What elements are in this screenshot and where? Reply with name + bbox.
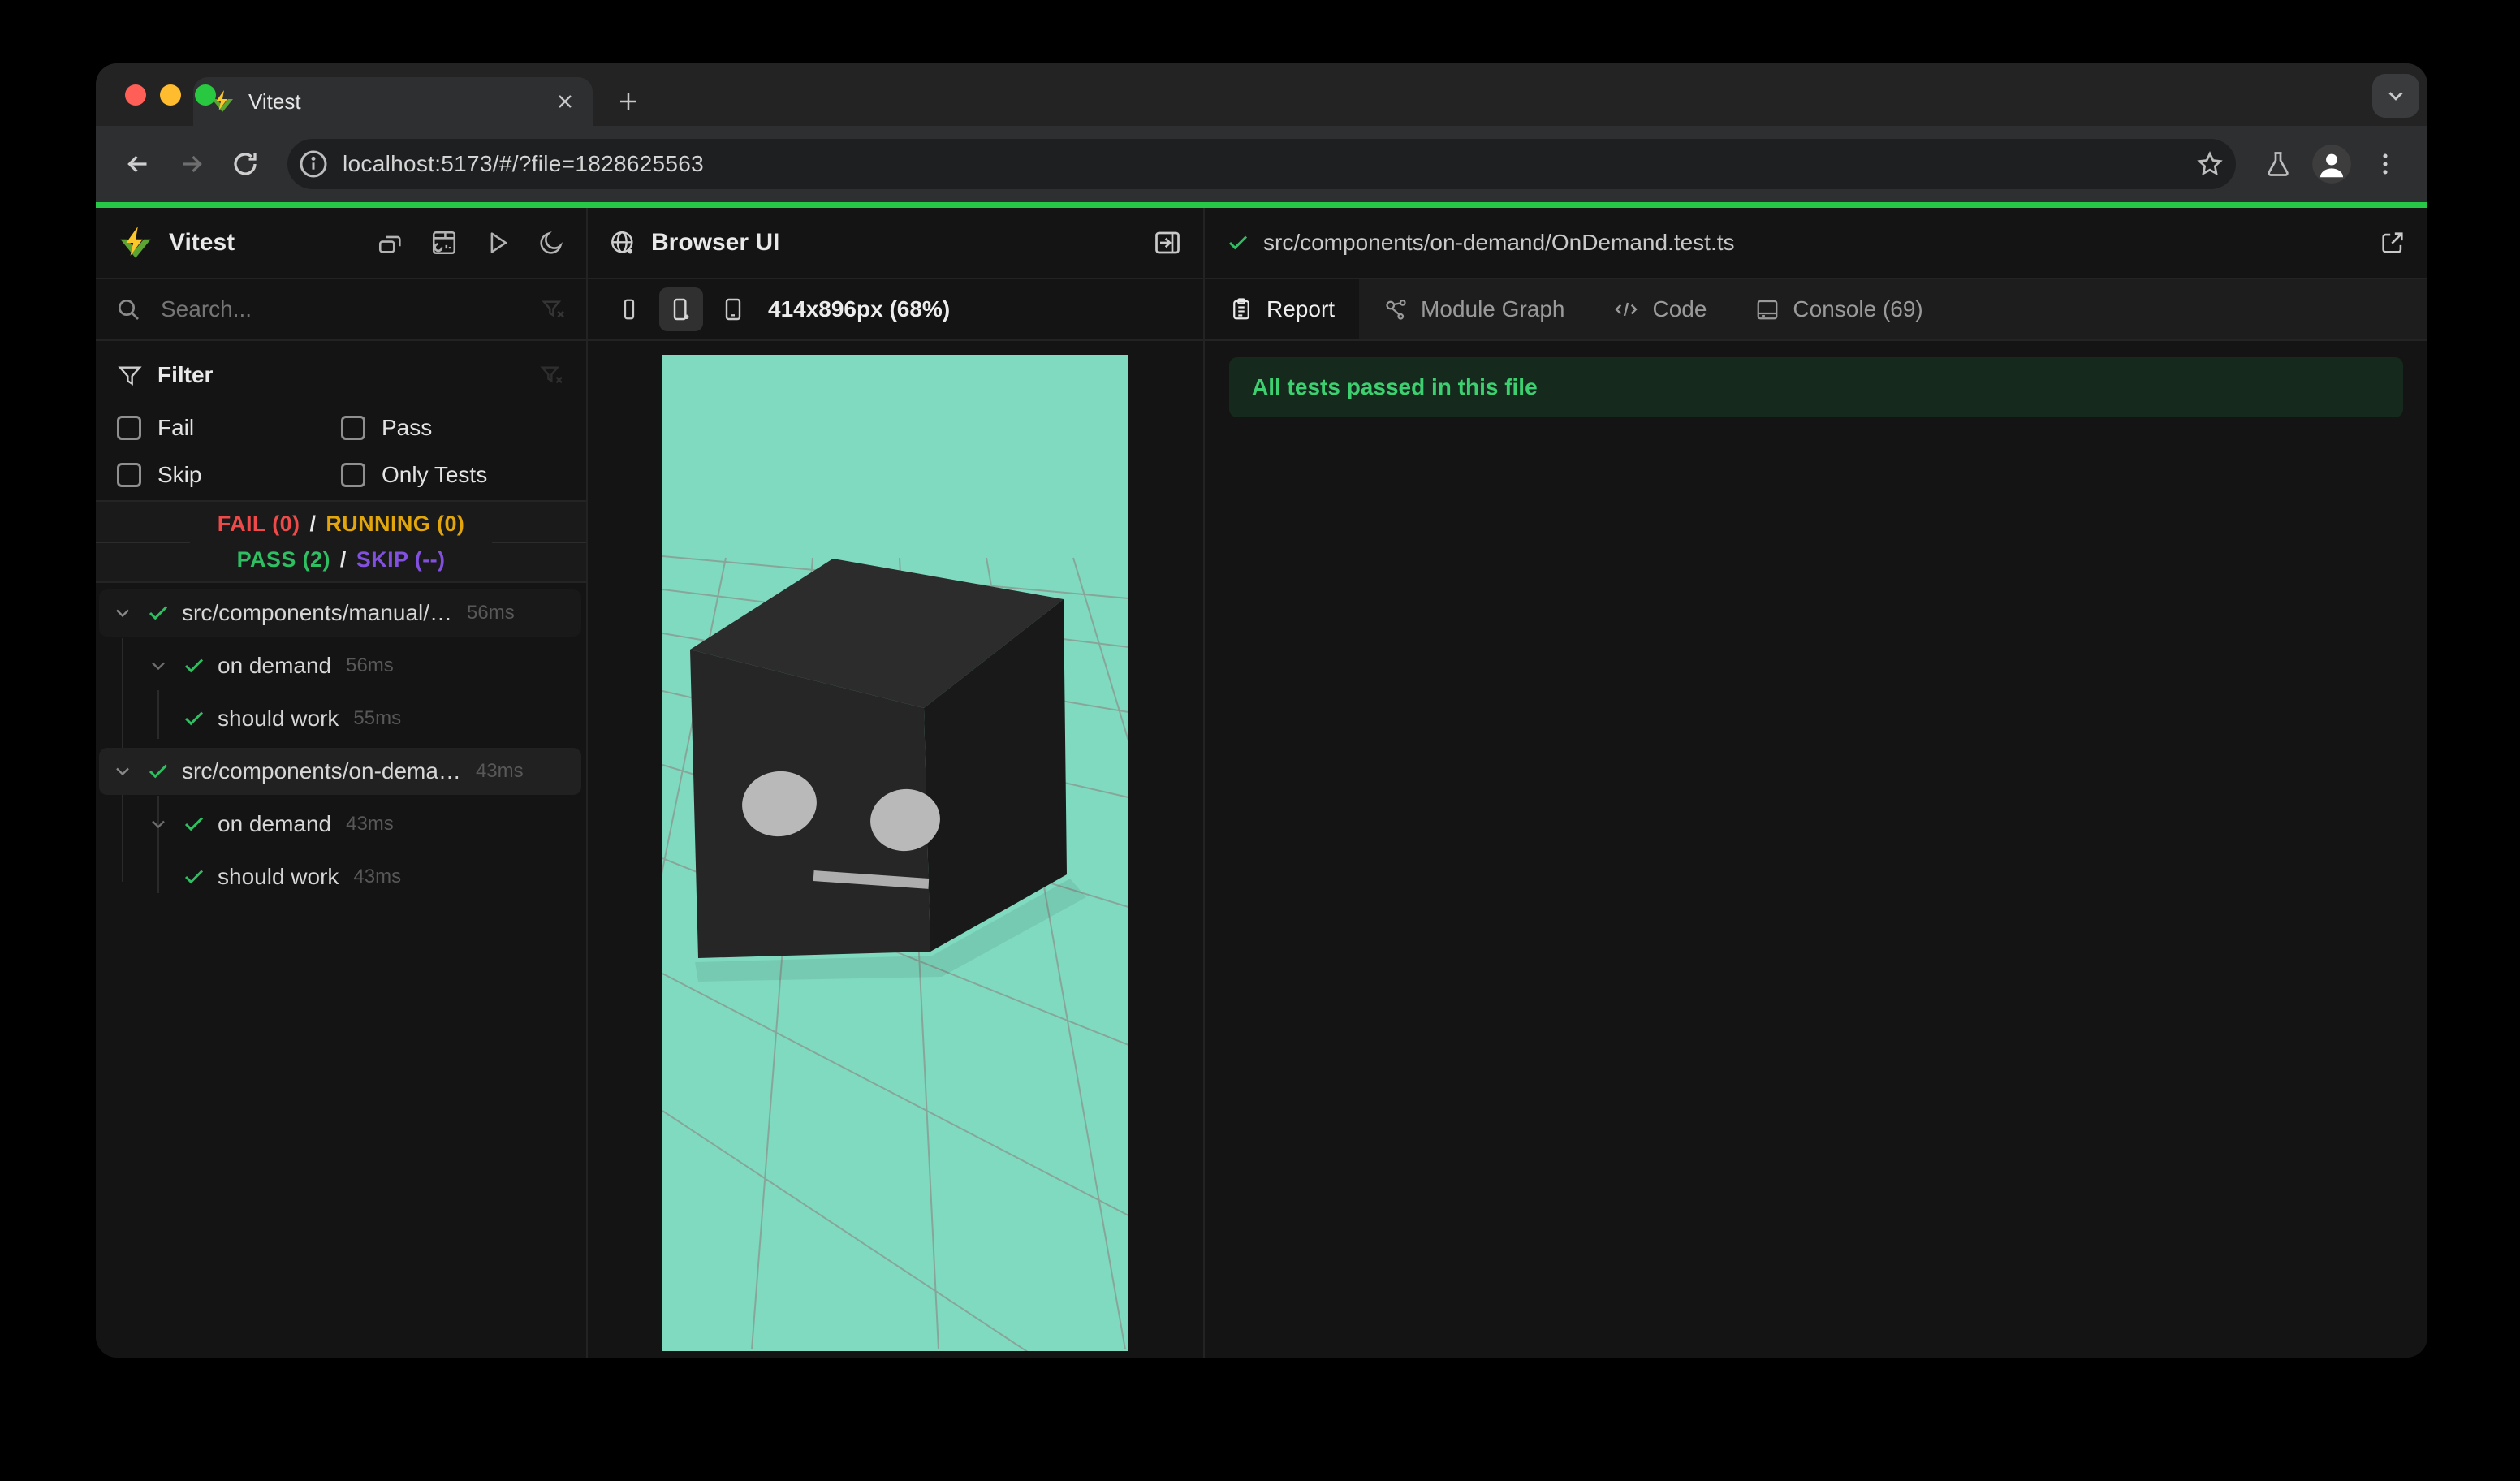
device-phone-add-icon[interactable]	[659, 287, 703, 331]
test-file-path[interactable]: src/components/on-demand/OnDemand.test.t…	[1263, 230, 2379, 256]
pass-count: PASS (2)	[236, 546, 330, 572]
filter-option-skip[interactable]: Skip	[117, 451, 341, 499]
report-tabs: Report Module Graph Code Console (69)	[1205, 279, 2427, 341]
pass-label: Pass	[382, 415, 433, 440]
browser-toolbar: localhost:5173/#/?file=1828625563	[96, 126, 2427, 202]
skip-checkbox[interactable]	[117, 463, 141, 487]
device-phone-small-icon[interactable]	[607, 287, 651, 331]
pass-check-icon	[182, 865, 206, 889]
test-status-summary: FAIL (0) / RUNNING (0) PASS (2) / SKIP (…	[96, 500, 586, 583]
file-pass-check-icon	[1226, 231, 1250, 255]
report-clipboard-icon	[1229, 297, 1254, 322]
tree-suite-row[interactable]: on demand 56ms	[99, 642, 581, 689]
all-tests-passed-banner: All tests passed in this file	[1229, 357, 2403, 417]
url-text[interactable]: localhost:5173/#/?file=1828625563	[343, 151, 2195, 177]
browser-window: Vitest localhost:5173/#/?file=1828625563…	[96, 63, 2427, 1358]
tree-file-row-selected[interactable]: src/components/on-dema… 43ms	[99, 748, 581, 795]
profile-avatar[interactable]	[2309, 141, 2354, 187]
site-info-icon[interactable]	[297, 148, 330, 180]
tab-strip: Vitest	[96, 63, 2427, 126]
console-icon	[1755, 297, 1780, 322]
only-tests-label: Only Tests	[382, 462, 488, 487]
address-bar[interactable]: localhost:5173/#/?file=1828625563	[287, 139, 2236, 189]
tab-close-icon[interactable]	[554, 90, 576, 113]
reload-button[interactable]	[222, 141, 268, 187]
pass-check-icon	[182, 706, 206, 731]
report-panel: src/components/on-demand/OnDemand.test.t…	[1205, 208, 2427, 1358]
tree-suite-row[interactable]: on demand 43ms	[99, 801, 581, 848]
only-tests-checkbox[interactable]	[341, 463, 365, 487]
code-icon	[1613, 296, 1639, 322]
viewport-size-label: 414x896px (68%)	[768, 296, 951, 322]
tab-report[interactable]: Report	[1205, 279, 1360, 339]
app-title: Vitest	[169, 229, 235, 256]
filter-section: Filter Fail Pass Skip Only Tests	[96, 341, 586, 500]
new-tab-button[interactable]	[604, 77, 653, 126]
pass-check-icon	[146, 601, 170, 625]
dashboard-icon[interactable]	[430, 229, 458, 257]
bookmark-star-icon[interactable]	[2195, 149, 2224, 179]
vitest-logo	[117, 224, 154, 261]
test-tree: src/components/manual/… 56ms on demand 5…	[96, 583, 586, 1358]
fail-checkbox[interactable]	[117, 416, 141, 440]
browser-menu-kebab-icon[interactable]	[2362, 141, 2408, 187]
skip-count: SKIP (--)	[356, 546, 446, 572]
filter-title: Filter	[158, 362, 214, 387]
tab-console[interactable]: Console (69)	[1731, 279, 1947, 339]
forward-button[interactable]	[169, 141, 214, 187]
search-input[interactable]	[159, 296, 541, 323]
close-window-button[interactable]	[125, 84, 146, 106]
pass-check-icon	[182, 654, 206, 678]
back-button[interactable]	[115, 141, 161, 187]
browser-ui-panel: Browser UI 414x896px (68%)	[588, 208, 1205, 1358]
clear-filter-icon[interactable]	[539, 362, 565, 388]
minimize-window-button[interactable]	[160, 84, 181, 106]
panel-title: Browser UI	[651, 229, 780, 256]
run-all-play-icon[interactable]	[484, 229, 511, 257]
filter-option-only-tests[interactable]: Only Tests	[341, 451, 565, 499]
module-graph-icon	[1383, 297, 1408, 322]
clear-search-filter-icon[interactable]	[541, 296, 567, 322]
filter-funnel-icon	[117, 362, 143, 388]
open-in-panel-icon[interactable]	[1153, 228, 1182, 257]
fail-label: Fail	[158, 415, 195, 440]
maximize-window-button[interactable]	[195, 84, 216, 106]
skip-label: Skip	[158, 462, 202, 487]
chevron-down-icon[interactable]	[146, 813, 170, 835]
tree-test-row[interactable]: should work 55ms	[99, 695, 581, 742]
globe-icon	[609, 229, 636, 257]
tested-app-viewport[interactable]	[662, 355, 1128, 1351]
detach-windows-icon[interactable]	[377, 229, 404, 257]
tab-search-button[interactable]	[2372, 74, 2419, 118]
tab-title: Vitest	[248, 89, 301, 114]
fail-count: FAIL (0)	[217, 511, 300, 536]
pass-checkbox[interactable]	[341, 416, 365, 440]
tree-file-row[interactable]: src/components/manual/… 56ms	[99, 589, 581, 637]
tab-code[interactable]: Code	[1589, 279, 1731, 339]
chevron-down-icon[interactable]	[146, 654, 170, 677]
pass-check-icon	[146, 759, 170, 784]
search-icon	[115, 296, 141, 322]
tree-test-row[interactable]: should work 43ms	[99, 853, 581, 900]
sidebar: Vitest Search... Filter Fail Pass Skip O…	[96, 208, 588, 1358]
filter-option-fail[interactable]: Fail	[117, 404, 341, 451]
progress-accent-bar	[96, 202, 2427, 208]
tab-module-graph[interactable]: Module Graph	[1359, 279, 1589, 339]
running-count: RUNNING (0)	[326, 511, 465, 536]
chevron-down-icon[interactable]	[110, 760, 135, 783]
dark-mode-moon-icon[interactable]	[537, 229, 565, 257]
3d-scene	[662, 555, 1128, 1351]
window-controls	[125, 84, 216, 106]
experiments-flask-icon[interactable]	[2255, 141, 2301, 187]
external-link-icon[interactable]	[2379, 229, 2406, 257]
filter-option-pass[interactable]: Pass	[341, 404, 565, 451]
pass-check-icon	[182, 812, 206, 836]
browser-tab[interactable]: Vitest	[193, 77, 593, 126]
device-tablet-icon[interactable]	[711, 287, 755, 331]
chevron-down-icon[interactable]	[110, 602, 135, 624]
